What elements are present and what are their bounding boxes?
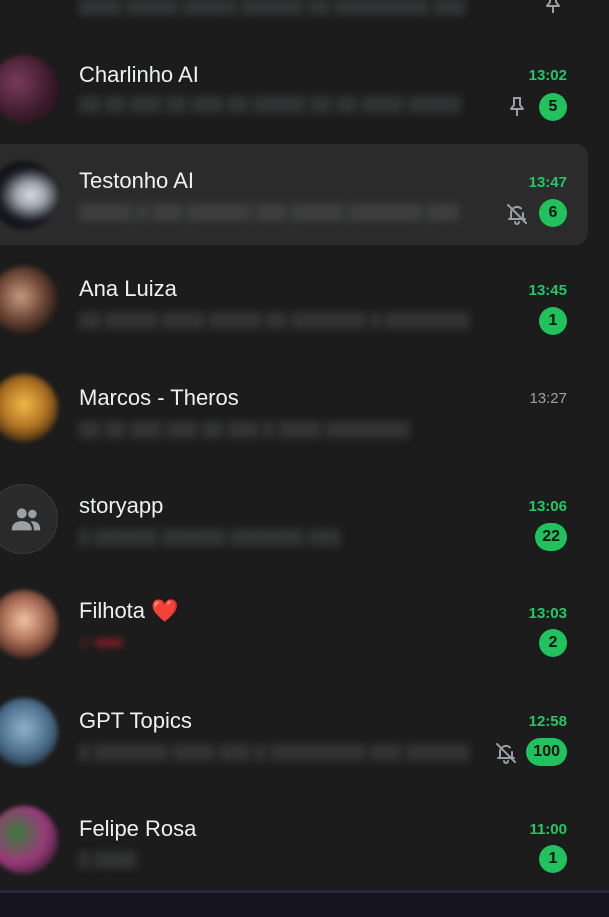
muted-bell-icon: [507, 204, 527, 225]
chat-row-storyapp[interactable]: storyapp 13:06 ▒ ▒▒▒▒▒▒ ▒▒▒▒▒▒ ▒▒▒▒▒▒▒ ▒…: [0, 468, 609, 576]
chat-row-gpt-topics[interactable]: GPT Topics 12:58 ▒ ▒▒▒▒▒▒▒ ▒▒▒▒ ▒▒▒ ▒ ▒▒…: [0, 684, 609, 792]
unread-badge: 22: [535, 523, 567, 551]
chat-row-charlinho-ai[interactable]: Charlinho AI 13:02 ▒▒ ▒▒ ▒▒▒ ▒▒ ▒▒▒ ▒▒ ▒…: [0, 40, 609, 148]
chat-preview: ▒▒▒▒▒ ▒ ▒▒▒ ▒▒▒▒▒▒ ▒▒▒ ▒▒▒▒▒ ▒▒▒▒▒▒▒ ▒▒▒: [79, 204, 459, 221]
unread-badge: 6: [539, 199, 567, 227]
chat-preview: ▒▒ ▒▒ ▒▒▒ ▒▒ ▒▒▒ ▒▒ ▒▒▒▒▒ ▒▒ ▒▒ ▒▒▒▒ ▒▒▒…: [79, 96, 461, 113]
chat-name: Marcos - Theros: [79, 385, 239, 410]
chat-time: 13:06: [528, 498, 567, 515]
unread-badge: 5: [539, 93, 567, 121]
chat-preview: ▒▒▒▒ ▒▒▒▒▒ ▒▒▒▒▒ ▒▒▒▒▒▒ ▒▒ ▒▒▒▒▒▒▒▒▒ ▒▒▒: [79, 0, 466, 15]
pin-icon: [510, 97, 524, 116]
chat-time: 12:58: [528, 713, 567, 730]
chat-preview: ▒ ▒▒▒▒▒▒ ▒▒▒▒▒▒ ▒▒▒▒▒▒▒ ▒▒▒: [79, 529, 341, 546]
chat-time: 13:47: [528, 174, 567, 191]
chat-preview: ▒▒ ▒▒▒▒▒ ▒▒▒▒ ▒▒▒▒▒ ▒▒ ▒▒▒▒▒▒▒ ▒ ▒▒▒▒▒▒▒…: [79, 312, 470, 329]
bottom-bar: [0, 890, 609, 917]
chat-name: Testonho AI: [79, 168, 194, 193]
avatar: [0, 698, 58, 766]
chat-name: GPT Topics: [79, 708, 192, 733]
chat-row-filhota[interactable]: Filhota ❤️ 13:03 ✓ ♥♥♥ 2: [0, 576, 609, 684]
chat-time: 13:45: [528, 282, 567, 299]
avatar: [0, 484, 58, 554]
chat-preview: ▒▒ ▒▒ ▒▒▒ ▒▒▒ ▒▒ ▒▒▒ ▒ ▒▒▒▒ ▒▒▒▒▒▒▒▒: [79, 421, 410, 438]
chat-list: ▒▒▒▒ ▒▒▒▒▒ ▒▒▒▒▒ ▒▒▒▒▒▒ ▒▒ ▒▒▒▒▒▒▒▒▒ ▒▒▒…: [0, 0, 609, 893]
unread-badge: 2: [539, 629, 567, 657]
unread-badge: 100: [526, 738, 567, 766]
avatar: [0, 266, 58, 334]
chat-time: 13:27: [529, 390, 567, 407]
avatar: [0, 806, 58, 874]
chat-preview: ✓ ♥♥♥: [79, 635, 123, 652]
pin-icon: [546, 0, 560, 13]
avatar: [0, 374, 58, 442]
chat-time: 11:00: [529, 821, 567, 838]
chat-preview: ▒ ▒▒▒▒: [79, 851, 137, 868]
heart-emoji: ❤️: [151, 598, 179, 623]
chat-row-testonho-ai[interactable]: Testonho AI 13:47 ▒▒▒▒▒ ▒ ▒▒▒ ▒▒▒▒▒▒ ▒▒▒…: [0, 144, 609, 252]
selected-highlight: [0, 144, 588, 245]
group-icon: [11, 508, 41, 531]
unread-badge: 1: [539, 845, 567, 873]
avatar: [0, 55, 58, 123]
chat-row-felipe-rosa[interactable]: Felipe Rosa 11:00 ▒ ▒▒▒▒ 1: [0, 792, 609, 900]
unread-badge: 1: [539, 307, 567, 335]
chat-name: Felipe Rosa: [79, 816, 197, 841]
chat-name: Ana Luiza: [79, 276, 177, 301]
chat-name: Filhota ❤️: [79, 598, 179, 623]
avatar: [0, 590, 58, 658]
chat-time: 13:03: [528, 605, 567, 622]
chat-time: 13:02: [528, 67, 567, 84]
chat-name: Charlinho AI: [79, 62, 199, 87]
chat-row-ana-luiza[interactable]: Ana Luiza 13:45 ▒▒ ▒▒▒▒▒ ▒▒▒▒ ▒▒▒▒▒ ▒▒ ▒…: [0, 252, 609, 360]
chat-preview: ▒ ▒▒▒▒▒▒▒ ▒▒▒▒ ▒▒▒ ▒ ▒▒▒▒▒▒▒▒▒ ▒▒▒ ▒▒▒▒▒…: [79, 744, 470, 761]
chat-row-marcos-theros[interactable]: Marcos - Theros 13:27 ▒▒ ▒▒ ▒▒▒ ▒▒▒ ▒▒ ▒…: [0, 360, 609, 468]
chat-name: storyapp: [79, 493, 164, 518]
muted-bell-icon: [496, 743, 516, 764]
